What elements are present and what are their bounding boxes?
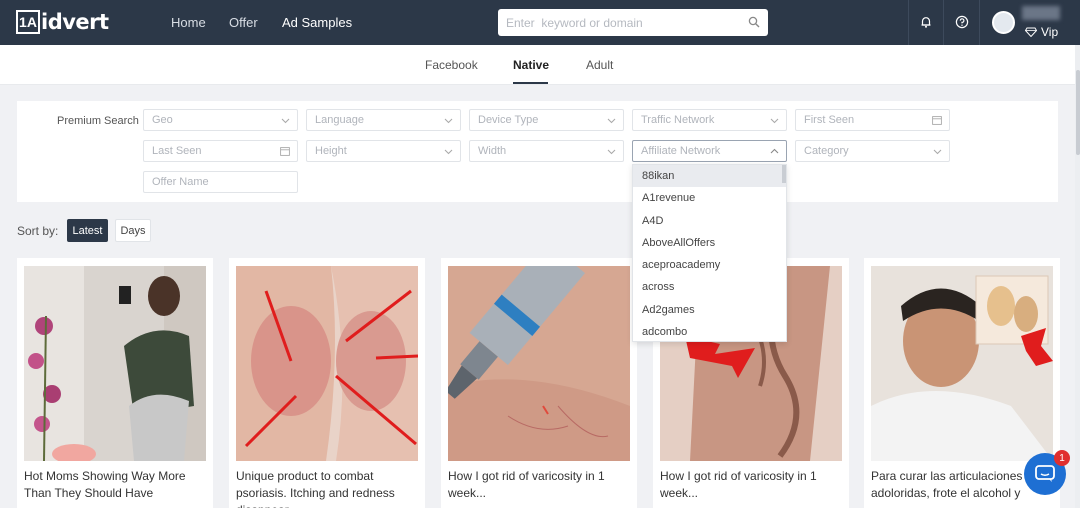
ad-card[interactable]: Hot Moms Showing Way More Than They Shou… (17, 258, 213, 508)
search-icon[interactable] (748, 16, 760, 28)
width-placeholder: Width (478, 145, 507, 157)
top-navbar: 1A idvert Home Offer Ad Samples Vip (0, 0, 1080, 45)
username-blurred (1022, 6, 1060, 20)
geo-placeholder: Geo (152, 114, 173, 126)
language-select[interactable]: Language (306, 109, 461, 131)
ad-card[interactable]: How I got rid of varicosity in 1 week... (441, 258, 637, 508)
diamond-icon (1025, 27, 1037, 37)
height-select[interactable]: Height (306, 140, 461, 162)
logo-text: idvert (41, 10, 109, 34)
chat-icon (1035, 465, 1055, 482)
ad-thumbnail[interactable] (236, 266, 418, 461)
ad-thumbnail[interactable] (871, 266, 1053, 461)
chevron-down-icon (607, 149, 616, 155)
affiliate-network-placeholder: Affiliate Network (641, 145, 721, 157)
dropdown-option[interactable]: Ad2games (633, 299, 786, 321)
search-box (498, 9, 768, 36)
calendar-icon (280, 147, 290, 156)
dropdown-option[interactable]: 88ikan (633, 165, 786, 188)
sort-days-button[interactable]: Days (115, 219, 151, 242)
first-seen-placeholder: First Seen (804, 114, 855, 126)
vip-badge[interactable]: Vip (1025, 25, 1058, 39)
device-type-placeholder: Device Type (478, 114, 539, 126)
traffic-network-select[interactable]: Traffic Network (632, 109, 787, 131)
tab-adult[interactable]: Adult (586, 58, 613, 72)
ad-thumbnail[interactable] (448, 266, 630, 461)
notification-badge: 1 (1054, 450, 1070, 466)
nav-ad-samples[interactable]: Ad Samples (282, 15, 352, 30)
ad-title[interactable]: Unique product to combat psoriasis. Itch… (236, 468, 422, 508)
first-seen-date[interactable]: First Seen (795, 109, 950, 131)
divider (979, 0, 980, 45)
ad-image (871, 266, 1053, 461)
chevron-down-icon (444, 118, 453, 124)
dropdown-option[interactable]: across (633, 276, 786, 298)
ad-image (24, 266, 206, 461)
affiliate-network-select[interactable]: Affiliate Network (632, 140, 787, 162)
ad-title[interactable]: How I got rid of varicosity in 1 week... (660, 468, 846, 502)
offer-name-placeholder: Offer Name (152, 176, 209, 188)
premium-search-label: Premium Search : (57, 115, 146, 127)
divider (908, 0, 909, 45)
dropdown-option[interactable]: A1revenue (633, 187, 786, 209)
tab-facebook[interactable]: Facebook (425, 58, 478, 72)
traffic-network-placeholder: Traffic Network (641, 114, 715, 126)
dropdown-option[interactable]: aceproacademy (633, 254, 786, 276)
ad-title[interactable]: Hot Moms Showing Way More Than They Shou… (24, 468, 210, 502)
active-tab-indicator (513, 82, 548, 84)
dropdown-option[interactable]: A4D (633, 210, 786, 232)
sort-latest-button[interactable]: Latest (67, 219, 108, 242)
height-placeholder: Height (315, 145, 347, 157)
chevron-down-icon (933, 149, 942, 155)
offer-name-input[interactable]: Offer Name (143, 171, 298, 193)
logo-mark: 1A (16, 10, 40, 34)
logo[interactable]: 1A idvert (16, 10, 109, 34)
calendar-icon (932, 116, 942, 125)
width-select[interactable]: Width (469, 140, 624, 162)
category-placeholder: Category (804, 145, 849, 157)
chevron-down-icon (444, 149, 453, 155)
nav-home[interactable]: Home (171, 15, 206, 30)
scrollbar-thumb[interactable] (1076, 70, 1080, 155)
divider (943, 0, 944, 45)
ad-thumbnail[interactable] (24, 266, 206, 461)
ad-image (236, 266, 418, 461)
sort-label: Sort by: (17, 224, 59, 238)
search-input[interactable] (498, 9, 738, 36)
device-type-select[interactable]: Device Type (469, 109, 624, 131)
dropdown-option[interactable]: adcombo (633, 321, 786, 341)
chevron-down-icon (607, 118, 616, 124)
vip-label: Vip (1041, 25, 1059, 39)
ad-card[interactable]: Unique product to combat psoriasis. Itch… (229, 258, 425, 508)
affiliate-network-dropdown: 88ikan A1revenue A4D AboveAllOffers acep… (632, 164, 787, 342)
avatar[interactable] (992, 11, 1015, 34)
bell-icon[interactable] (919, 15, 933, 29)
last-seen-date[interactable]: Last Seen (143, 140, 298, 162)
dropdown-option[interactable]: AboveAllOffers (633, 232, 786, 254)
chevron-up-icon (770, 148, 779, 154)
category-select[interactable]: Category (795, 140, 950, 162)
help-icon[interactable] (955, 15, 969, 29)
last-seen-placeholder: Last Seen (152, 145, 202, 157)
language-placeholder: Language (315, 114, 364, 126)
tab-native[interactable]: Native (513, 58, 549, 72)
filter-panel: Premium Search : Geo Language Device Typ… (17, 101, 1058, 202)
tabs-bar: Facebook Native Adult (0, 45, 1075, 85)
ad-image (448, 266, 630, 461)
nav-offer[interactable]: Offer (229, 15, 258, 30)
geo-select[interactable]: Geo (143, 109, 298, 131)
chevron-down-icon (281, 118, 290, 124)
ad-title[interactable]: How I got rid of varicosity in 1 week... (448, 468, 634, 502)
chevron-down-icon (770, 118, 779, 124)
dropdown-scrollbar[interactable] (782, 165, 786, 183)
